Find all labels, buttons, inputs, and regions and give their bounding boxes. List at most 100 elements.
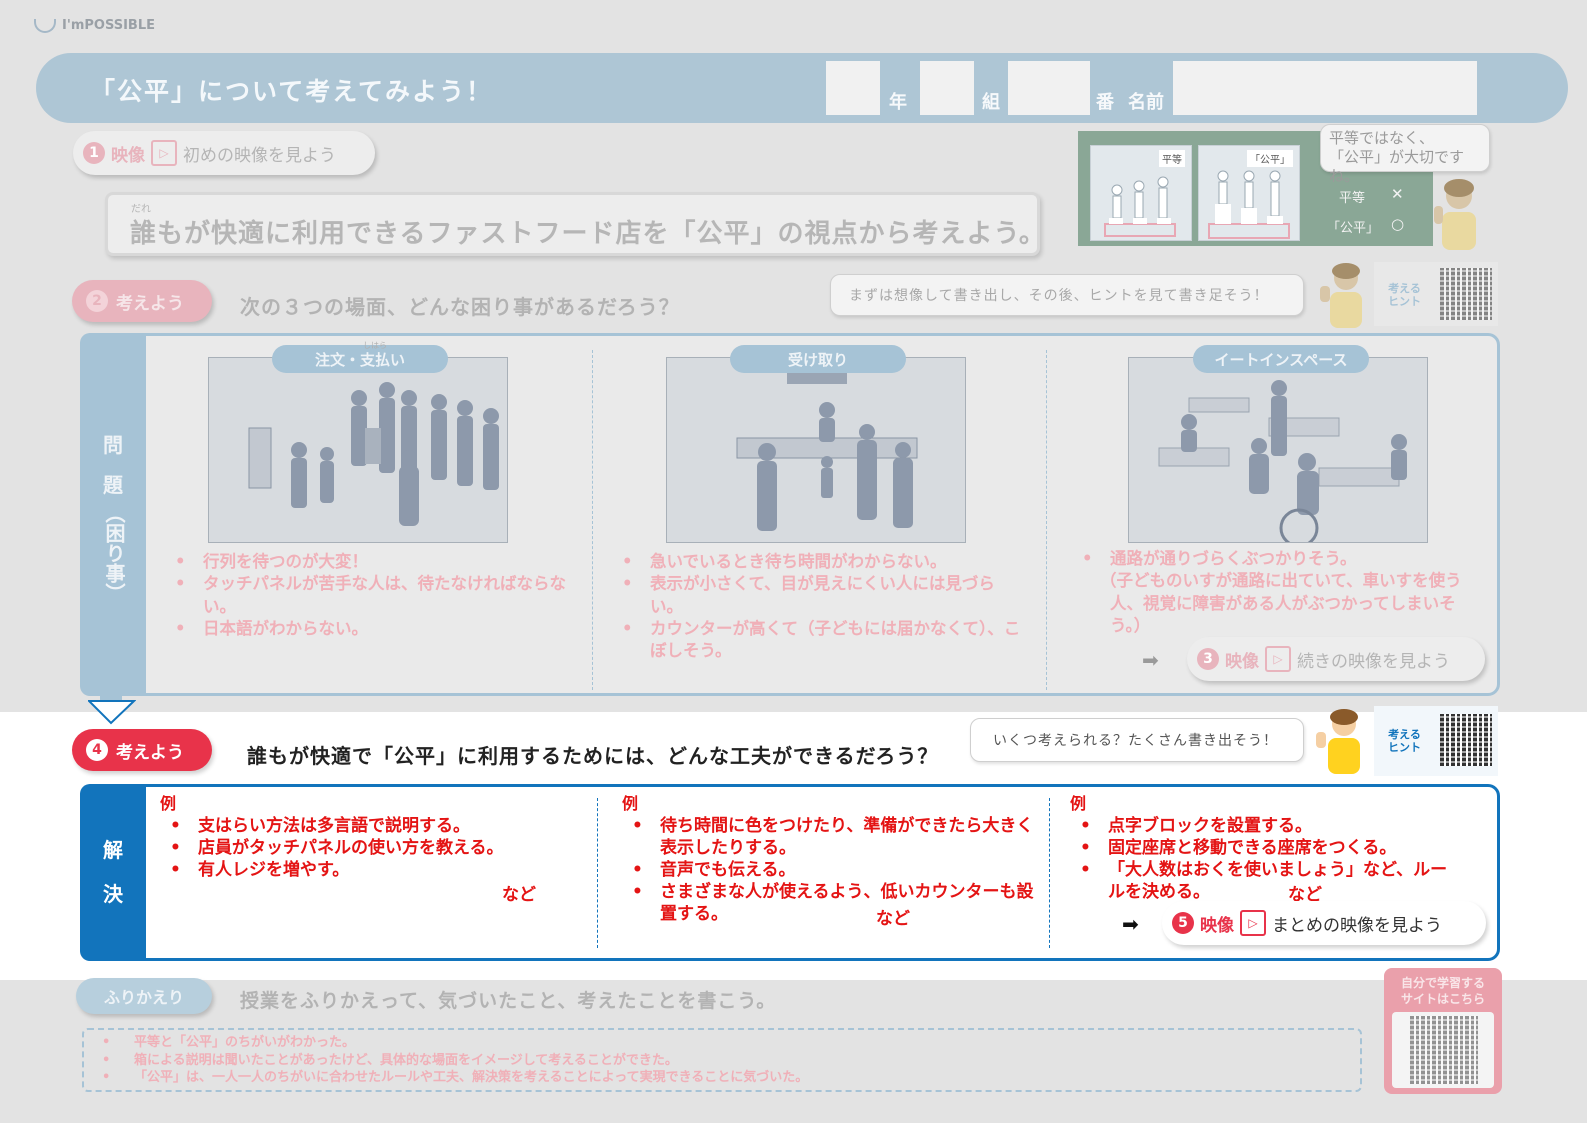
problem-side-label-2: 題 <box>103 473 123 497</box>
problem-side-label-1: 問 <box>103 433 123 457</box>
solution-item: 点字ブロックを設置する。 <box>1108 816 1312 836</box>
logo: I'mPOSSIBLE <box>34 18 155 33</box>
name-field[interactable] <box>1173 61 1477 115</box>
logo-text: I'mPOSSIBLE <box>62 18 155 33</box>
problem-side-band: 問 題 （困り事） <box>80 333 146 696</box>
scene-label-pickup-text: 受け取り <box>787 350 848 369</box>
play-icon[interactable]: ▷ <box>151 140 177 166</box>
problem-item: 通路が通りづらくぶつかりそう。 <box>1110 549 1357 568</box>
equality-equity-illustration: 平等 「公平」 <box>1078 131 1312 246</box>
etc-label: など <box>502 885 536 905</box>
circle-icon: ○ <box>1391 215 1405 233</box>
hint-label: 考える ヒント <box>1388 282 1421 309</box>
solution-item: 固定座席と移動できる座席をつくる。 <box>1108 838 1397 859</box>
reflection-item: 平等と「公平」のちがいがわかった。 <box>134 1035 356 1050</box>
solution-list-pickup: • 待ち時間に色をつけたり、準備ができたら大きく表示したりする。 • 音声でも伝える… <box>632 816 1034 925</box>
solution-item: 店員がタッチパネルの使い方を教える。 <box>198 838 504 859</box>
step5-video-pill[interactable]: 5 映像 ▷ まとめの映像を見よう <box>1162 901 1486 945</box>
reflection-item: 箱による説明は聞いたことがあったけど、具体的な場面をイメージして考えることができ… <box>134 1052 678 1068</box>
step4-think-pill: 4 考えよう <box>72 729 212 771</box>
step1-tag: 映像 <box>111 145 145 166</box>
step4-number: 4 <box>86 739 108 761</box>
step3-video-pill[interactable]: 3 映像 ▷ 続きの映像を見よう <box>1187 637 1485 681</box>
divider <box>592 350 593 690</box>
example-label: 例 <box>160 794 177 813</box>
solution-list-order: • 支はらい方法は多言語で説明する。 • 店員がタッチパネルの使い方を教える。 • 有… <box>170 816 504 881</box>
teacher-illustration-icon <box>1434 179 1476 250</box>
reflection-list: • 平等と「公平」のちがいがわかった。 • 箱による説明は聞いたことがあったけど、具… <box>102 1035 809 1086</box>
equality-caption: 平等 <box>1159 150 1185 167</box>
page-title: 「公平」について考えてみよう！ <box>90 77 494 106</box>
number-field[interactable] <box>1008 61 1090 115</box>
qr-code-icon[interactable] <box>1410 1016 1478 1084</box>
solution-list-eat-in: • 点字ブロックを設置する。 • 固定座席と移動できる座席をつくる。 • 「大人数はお… <box>1080 816 1448 903</box>
legend-equality: 平等 <box>1339 191 1366 206</box>
step4-question: 誰もが快適で「公平」に利用するためには、どんな工夫ができるだろう？ <box>247 744 939 768</box>
qr-code-icon[interactable] <box>1440 714 1492 766</box>
reflection-tag: ふりかえり <box>103 988 184 1007</box>
hint-qr-box[interactable]: 考える ヒント <box>1374 262 1498 326</box>
problem-item: カウンターが高くて（子どもには届かなくて）、こぼしそう。 <box>650 618 1021 661</box>
arrow-right-icon: ➡ <box>1122 912 1139 936</box>
equality-frame: 平等 <box>1090 145 1192 241</box>
step1-number: 1 <box>83 142 105 164</box>
step3-tag: 映像 <box>1225 651 1259 672</box>
scene-label-eat-in-text: イートインスペース <box>1214 350 1348 369</box>
class-field[interactable] <box>920 61 974 115</box>
scene-label-pickup: 受け取り <box>730 345 906 373</box>
problem-item: タッチパネルが苦手な人は、待たなければならない。 <box>203 574 566 616</box>
step2-think-pill: 2 考えよう <box>72 280 212 322</box>
solution-side-label-1: 解 <box>103 838 123 862</box>
year-field[interactable] <box>826 61 880 115</box>
reflection-prompt: 授業をふりかえって、気づいたこと、考えたことを書こう。 <box>240 990 777 1012</box>
arrow-right-icon: ➡ <box>1142 648 1159 672</box>
example-label: 例 <box>622 794 639 813</box>
hint-label: 考える ヒント <box>1388 728 1421 755</box>
qr-code-icon[interactable] <box>1440 268 1492 320</box>
step1-video-pill[interactable]: 1 映像 ▷ 初めの映像を見よう <box>73 131 375 175</box>
speech-bubble-step2: まずは想像して書き出し、その後、ヒントを見て書き足そう！ <box>830 274 1304 316</box>
scene-label-eat-in: イートインスペース <box>1193 345 1369 373</box>
scene-order-payment-image <box>208 357 508 543</box>
speech-bubble-step4: いくつ考えられる？たくさん書き出そう！ <box>970 718 1304 762</box>
problem-item: 日本語がわからない。 <box>203 618 368 638</box>
step1-text: 初めの映像を見よう <box>183 145 336 166</box>
self-study-box[interactable]: 自分で学習する サイトはこちら <box>1384 968 1502 1094</box>
solution-side-label-2: 決 <box>103 882 123 906</box>
scene-label-order: 注文・支払い <box>272 345 448 373</box>
cross-icon: ✕ <box>1391 185 1404 203</box>
speech-bubble-equity: 平等ではなく、 「公平」が大切ですね。 <box>1320 124 1490 185</box>
divider <box>1049 798 1050 948</box>
solution-item: 待ち時間に色をつけたり、準備ができたら大きく表示したりする。 <box>660 816 1034 859</box>
problem-list-eat-in: • 通路が通りづらくぶつかりそう。 （子どものいすが通路に出ていて、車いすを使う人… <box>1082 548 1482 637</box>
logo-mark-icon <box>34 18 56 33</box>
problem-item: 行列を待つのが大変！ <box>203 552 368 571</box>
step2-tag: 考えよう <box>116 293 184 314</box>
step2-number: 2 <box>86 290 108 312</box>
class-label: 組 <box>982 92 1000 113</box>
solution-item: 音声でも伝える。 <box>660 860 796 881</box>
play-icon[interactable]: ▷ <box>1265 646 1291 672</box>
reflection-item: 「公平」は、一人一人のちがいに合わせたルールや工夫、解決策を考えることによって実… <box>134 1070 809 1086</box>
reflection-pill: ふりかえり <box>76 978 212 1014</box>
self-study-label: 自分で学習する サイトはこちら <box>1400 976 1485 1006</box>
year-label: 年 <box>889 92 907 113</box>
solution-side-band: 解 決 <box>80 784 146 961</box>
step2-question: 次の３つの場面、どんな困り事があるだろう？ <box>240 295 680 319</box>
equity-caption: 「公平」 <box>1247 150 1293 167</box>
scene-eat-in-image <box>1128 357 1428 543</box>
scene-pickup-image <box>666 357 966 543</box>
solution-item: 有人レジを増やす。 <box>198 860 350 881</box>
example-label: 例 <box>1070 794 1087 813</box>
problem-list-pickup: • 急いでいるとき待ち時間がわからない。 • 表示が小さくて、目が見えにくい人には見… <box>622 552 1021 661</box>
legend-equity: 「公平」 <box>1327 221 1380 236</box>
scene-label-ruby: しはら <box>363 341 387 350</box>
problem-item: 急いでいるとき待ち時間がわからない。 <box>650 552 947 571</box>
student-illustration-icon <box>1320 263 1362 328</box>
problem-side-label-3: （困り事） <box>102 503 126 603</box>
hint-qr-box[interactable]: 考える ヒント <box>1374 706 1498 776</box>
problem-note: （子どものいすが通路に出ていて、車いすを使う人、視覚に障害がある人がぶつかってし… <box>1100 571 1462 635</box>
equity-frame: 「公平」 <box>1198 145 1300 241</box>
play-icon[interactable]: ▷ <box>1240 910 1266 936</box>
step4-tag: 考えよう <box>116 742 184 763</box>
